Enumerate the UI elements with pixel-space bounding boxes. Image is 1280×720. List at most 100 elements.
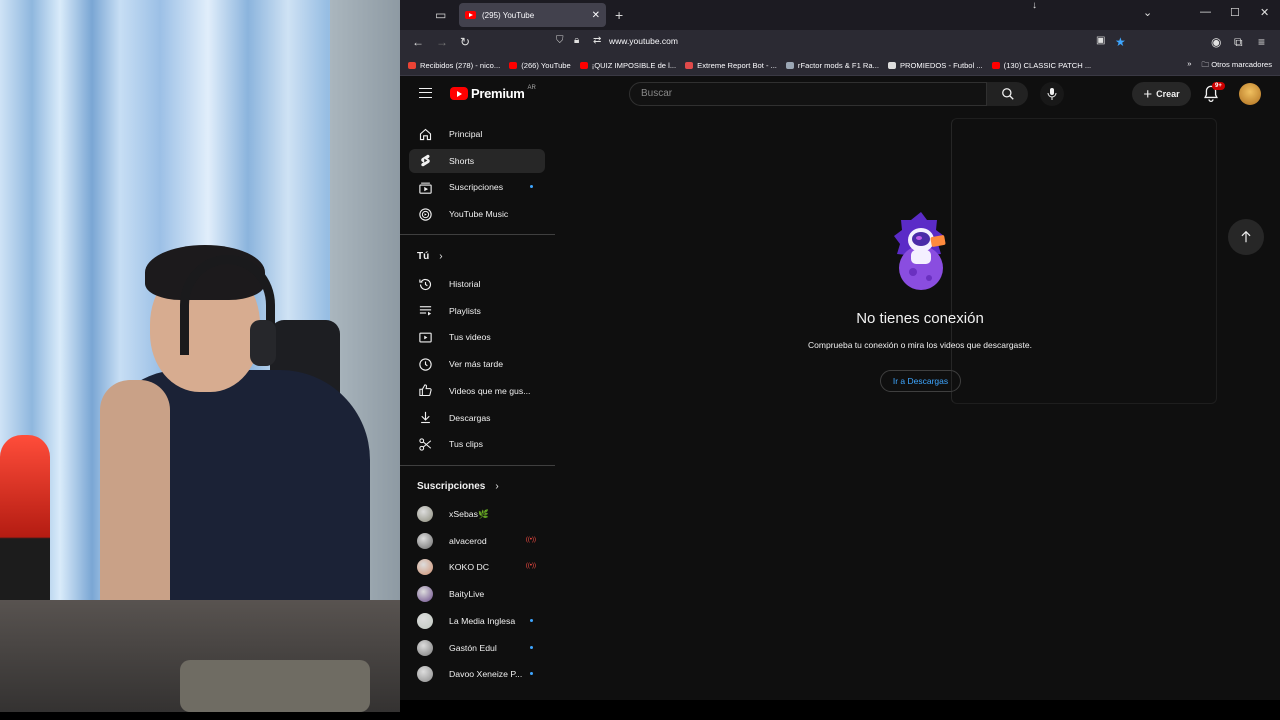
bookmark-item[interactable]: (266) YouTube [509,61,571,70]
extensions-icon[interactable]: ⧉ [1234,35,1243,50]
bookmark-item[interactable]: rFactor mods & F1 Ra... [785,61,879,70]
active-tab[interactable]: (295) YouTube ✕ [459,3,606,27]
bookmark-favicon-icon [785,61,794,69]
subscriptions-section-heading[interactable]: Suscripciones › [417,481,499,492]
channel-avatar [409,612,439,629]
bookmarks-overflow: » 🗀︎ Otros marcadores [1187,59,1272,72]
menu-icon[interactable]: ≡ [1258,35,1265,49]
bookmark-label: (130) CLASSIC PATCH ... [1003,60,1092,70]
maximize-icon[interactable]: ☐ [1230,6,1240,19]
offline-title: No tienes conexión [856,310,984,327]
back-icon[interactable]: ← [412,35,424,49]
account-avatar[interactable] [1239,83,1261,105]
screen-bottom-bar [0,712,1280,720]
sidebar-item-label: Tus videos [449,332,491,343]
close-tab-icon[interactable]: ✕ [592,10,600,21]
sidebar-item-suscripciones[interactable]: Suscripciones [409,175,545,199]
minimize-icon[interactable]: — [1200,6,1211,18]
sidebar-item-principal[interactable]: Principal [409,122,545,146]
create-button[interactable]: + Crear [1132,82,1191,106]
go-to-downloads-button[interactable]: Ir a Descargas [880,370,961,392]
sidebar-item-label: Videos que me gus... [449,385,531,396]
sidebar-item-tus-clips[interactable]: Tus clips [409,432,545,456]
you-section-heading[interactable]: Tú › [417,251,443,262]
lock-icon[interactable]: 🔒︎ [574,35,579,46]
sidebar-item-label: Suscripciones [449,182,504,193]
reload-icon[interactable]: ↻ [460,35,470,49]
sidebar-item-label: Historial [449,279,481,289]
webcam-overlay [0,0,400,712]
subscription-item[interactable]: BaityLive [409,582,545,606]
sidebar-item-videos-que-me-gus[interactable]: Videos que me gus... [409,379,545,403]
youtube-logo[interactable]: Premium AR [450,85,536,101]
subscription-item[interactable]: KOKO DC ((•)) [409,555,545,579]
playlists-icon [409,303,439,318]
hamburger-menu-icon[interactable] [419,88,432,98]
chevron-right-icon: › [495,481,499,492]
sidebar-item-playlists[interactable]: Playlists [409,299,545,323]
sidebar-item-tus-videos[interactable]: Tus videos [409,325,545,349]
bookmark-item[interactable]: (130) CLASSIC PATCH ... [991,60,1092,70]
voice-search-button[interactable] [1040,82,1064,106]
watch-later-icon [409,357,439,372]
reader-view-icon[interactable]: ▣ [1096,35,1105,46]
webcam-microphone [0,435,50,605]
bookmark-favicon-icon [579,61,588,69]
bookmark-item[interactable]: PROMIEDOS - Futbol ... [887,61,983,70]
sidebar-item-ver-más-tarde[interactable]: Ver más tarde [409,352,545,376]
account-icon[interactable]: ◉ [1211,35,1221,49]
channel-avatar [409,639,439,656]
tab-dropdown-icon[interactable]: ⌄ [1143,6,1152,19]
sidebar: Principal Shorts Suscripciones YouTube Musi… [400,112,555,700]
sidebar-item-label: Tus clips [449,439,483,450]
youtube-play-icon [450,87,468,100]
sidebar-item-historial[interactable]: Historial [409,272,545,296]
other-bookmarks-folder[interactable]: 🗀︎ Otros marcadores [1202,59,1272,72]
permissions-icon[interactable]: ⇄ [593,35,601,46]
bookmark-star-icon[interactable]: ★ [1115,35,1126,49]
sidebar-divider [400,234,555,235]
live-indicator-icon: ((•)) [525,563,536,570]
youtube-favicon-icon [465,11,476,19]
subscriptions-icon [409,180,439,195]
close-window-icon[interactable]: ✕ [1260,6,1269,19]
subscriptions-section-label: Suscripciones [417,481,486,492]
sidebar-item-label: YouTube Music [449,209,509,220]
microphone-icon [1047,88,1057,100]
sidebar-item-label: Shorts [449,155,475,166]
sidebar-item-shorts[interactable]: Shorts [409,148,545,173]
sidebar-item-label: Principal [449,129,483,139]
webcam-lap [180,660,370,712]
sidebar-item-descargas[interactable]: Descargas [409,406,545,430]
youtube-page: Premium AR Buscar + Crear 9+ Principal Sh… [400,76,1280,700]
address-bar[interactable]: www.youtube.com [609,36,678,46]
new-tab-icon[interactable]: + [615,7,623,23]
bookmark-label: Extreme Report Bot - ... [697,60,777,70]
sidebar-item-label: xSebas🌿 [449,508,489,519]
subscription-item[interactable]: xSebas🌿 [409,502,545,526]
home-icon [409,127,439,142]
shorts-icon [409,153,439,168]
bookmark-item[interactable]: ¡QUIZ IMPOSIBLE de l... [579,61,676,70]
tab-list-icon[interactable]: ▭ [435,8,446,22]
search-input[interactable]: Buscar [629,82,987,106]
shield-icon[interactable]: ⛉ [556,35,564,46]
search-button[interactable] [987,82,1028,106]
bookmark-item[interactable]: Recibidos (278) - nico... [408,61,500,70]
scroll-to-top-button[interactable] [1228,219,1264,255]
content-panel-outline [951,118,1217,404]
bookmark-item[interactable]: Extreme Report Bot - ... [685,61,777,70]
subscription-item[interactable]: Gastón Edul [409,636,545,660]
sidebar-item-label: Davoo Xeneize P... [449,669,523,680]
channel-avatar [409,666,439,683]
subscription-item[interactable]: La Media Inglesa [409,609,545,633]
bookmark-favicon-icon [991,61,1000,69]
sidebar-item-label: Descargas [449,412,491,423]
sidebar-item-youtube-music[interactable]: YouTube Music [409,202,545,226]
subscription-item[interactable]: Davoo Xeneize P... [409,662,545,686]
channel-avatar [409,532,439,549]
subscription-item[interactable]: alvacerod ((•)) [409,529,545,553]
forward-icon[interactable]: → [436,35,448,49]
chevron-double-right-icon[interactable]: » [1187,59,1191,72]
you-section-label: Tú [417,251,430,262]
